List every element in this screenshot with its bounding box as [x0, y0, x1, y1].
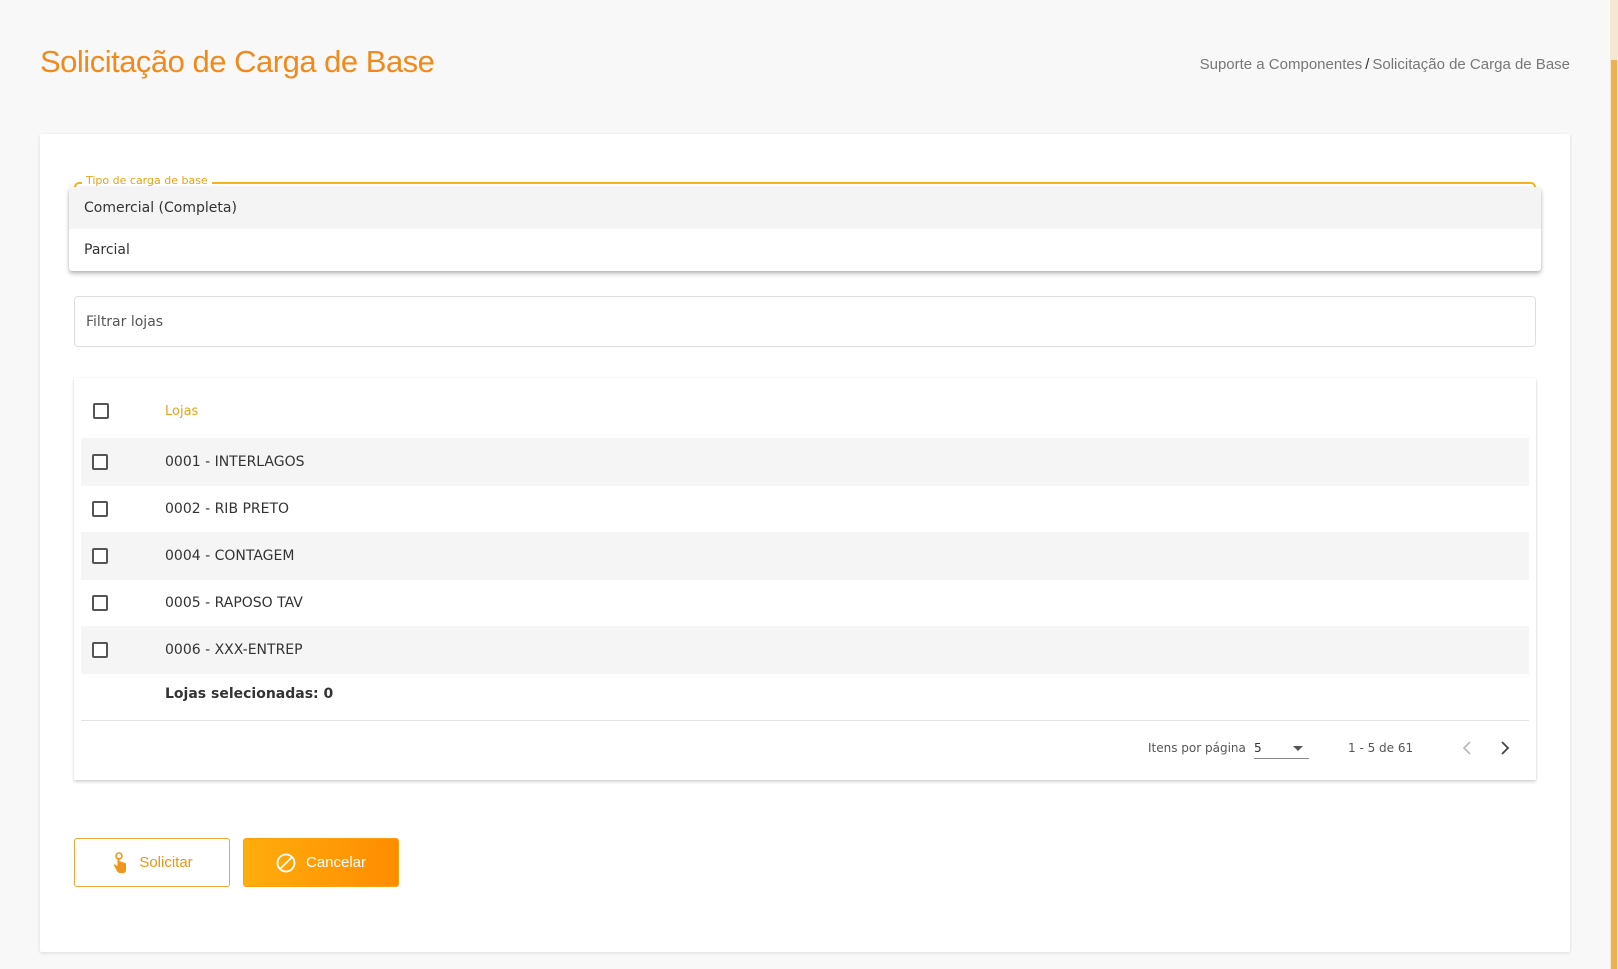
store-name-cell: 0005 - RAPOSO TAV — [165, 595, 303, 611]
row-checkbox[interactable] — [92, 454, 108, 470]
cancel-button[interactable]: Cancelar — [243, 838, 399, 887]
chevron-right-icon — [1501, 741, 1510, 755]
request-button[interactable]: Solicitar — [74, 838, 230, 887]
store-name-cell: 0001 - INTERLAGOS — [165, 454, 305, 470]
breadcrumb-separator: / — [1365, 56, 1370, 73]
store-name-cell: 0004 - CONTAGEM — [165, 548, 295, 564]
request-button-label: Solicitar — [139, 854, 193, 871]
table-row: 0005 - RAPOSO TAV — [81, 579, 1529, 627]
row-checkbox[interactable] — [92, 642, 108, 658]
row-checkbox[interactable] — [92, 548, 108, 564]
main-card: Tipo de carga de base Comercial (Complet… — [40, 134, 1570, 952]
touch-hand-icon — [111, 851, 129, 874]
breadcrumb-parent-link[interactable]: Suporte a Componentes — [1200, 56, 1363, 73]
cancel-circle-icon — [276, 853, 296, 873]
stores-table: Lojas 0001 - INTERLAGOS 0002 - RIB PRETO… — [74, 378, 1536, 780]
row-checkbox[interactable] — [92, 501, 108, 517]
load-type-select-label: Tipo de carga de base — [82, 174, 212, 187]
items-per-page-value: 5 — [1254, 741, 1262, 755]
table-row: 0006 - XXX-ENTREP — [81, 626, 1529, 674]
breadcrumb: Suporte a Componentes / Solicitação de Car… — [1200, 56, 1570, 73]
scrollbar-thumb[interactable] — [1611, 60, 1617, 969]
previous-page-button[interactable] — [1452, 733, 1482, 763]
filter-stores-input[interactable] — [75, 297, 1535, 346]
select-all-checkbox[interactable] — [93, 403, 109, 419]
items-per-page-select[interactable]: 5 — [1254, 735, 1309, 759]
items-per-page-label: Itens por página — [1148, 741, 1246, 755]
chevron-left-icon — [1462, 741, 1471, 755]
store-name-cell: 0006 - XXX-ENTREP — [165, 642, 303, 658]
option-comercial-completa[interactable]: Comercial (Completa) — [69, 187, 1541, 229]
load-type-options-panel: Comercial (Completa) Parcial — [69, 187, 1541, 271]
caret-down-icon — [1293, 746, 1303, 751]
table-row: 0001 - INTERLAGOS — [81, 438, 1529, 486]
breadcrumb-current: Solicitação de Carga de Base — [1372, 56, 1570, 73]
selected-stores-count: Lojas selecionadas: 0 — [165, 686, 334, 702]
row-checkbox[interactable] — [92, 595, 108, 611]
filter-stores-field — [74, 296, 1536, 347]
page-range-label: 1 - 5 de 61 — [1348, 741, 1414, 755]
page-title: Solicitação de Carga de Base — [40, 44, 435, 79]
option-parcial[interactable]: Parcial — [69, 229, 1541, 271]
table-row: 0004 - CONTAGEM — [81, 532, 1529, 580]
store-name-cell: 0002 - RIB PRETO — [165, 501, 290, 517]
column-header-lojas[interactable]: Lojas — [165, 404, 198, 419]
page-scrollbar[interactable] — [1610, 0, 1618, 969]
paginator: Itens por página 5 1 - 5 de 61 — [74, 721, 1536, 779]
table-row: 0002 - RIB PRETO — [81, 485, 1529, 533]
next-page-button[interactable] — [1490, 733, 1520, 763]
cancel-button-label: Cancelar — [305, 854, 367, 871]
